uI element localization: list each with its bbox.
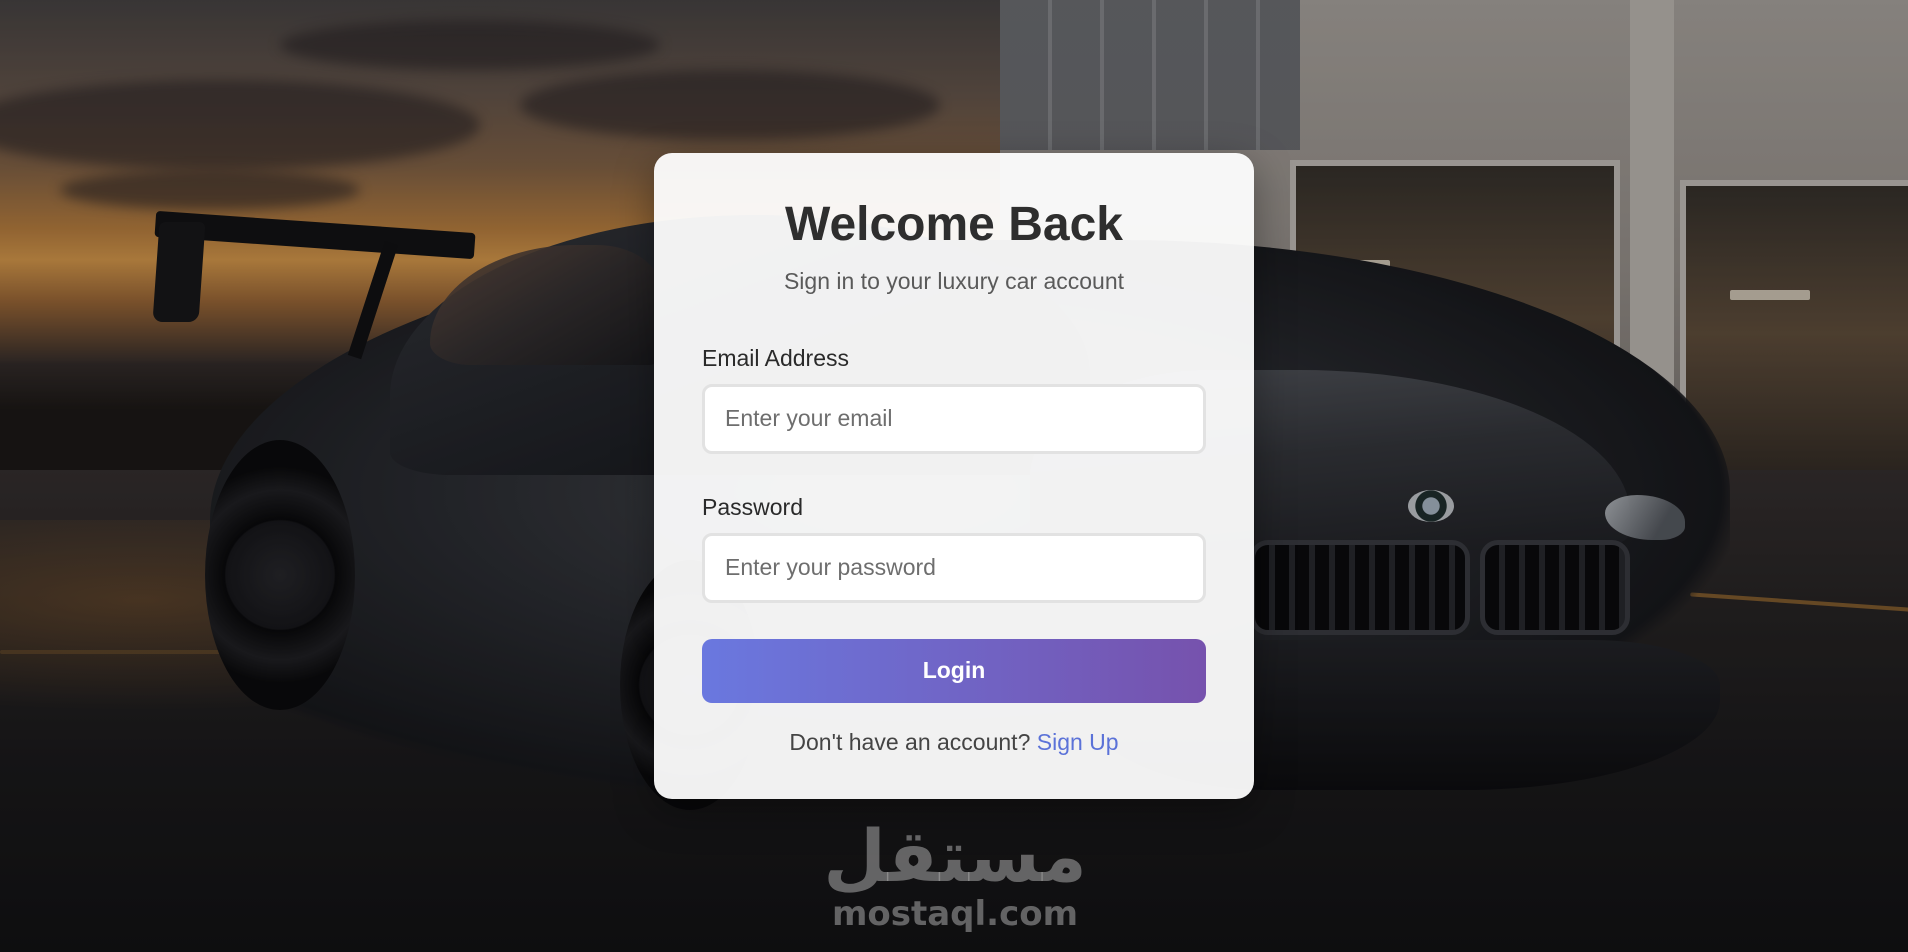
watermark-logo: مستقل	[823, 814, 1087, 898]
watermark: مستقل mostaql.com	[800, 820, 1110, 934]
watermark-domain: mostaql.com	[831, 894, 1079, 934]
signup-prompt: Don't have an account?	[789, 728, 1037, 755]
login-title: Welcome Back	[785, 198, 1123, 251]
password-label: Password	[702, 493, 803, 520]
login-card: Welcome Back Sign in to your luxury car …	[654, 153, 1254, 799]
password-field[interactable]	[702, 532, 1206, 603]
login-button[interactable]: Login	[702, 638, 1206, 703]
signup-link[interactable]: Sign Up	[1037, 729, 1119, 755]
email-field[interactable]	[702, 383, 1206, 454]
email-label: Email Address	[702, 344, 850, 371]
signup-row: Don't have an account? Sign Up	[702, 729, 1206, 756]
login-subtitle: Sign in to your luxury car account	[783, 267, 1125, 294]
